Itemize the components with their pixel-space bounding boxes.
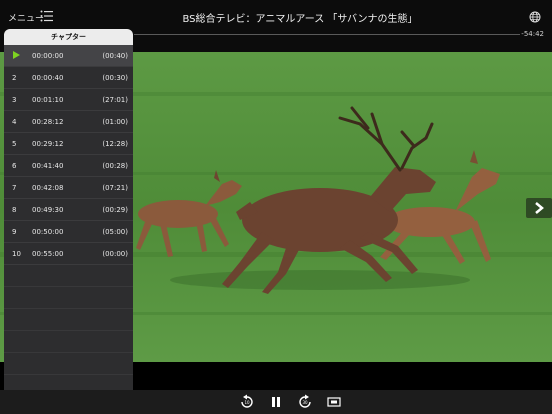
chapter-empty-row	[4, 265, 133, 287]
program-title: BS総合テレビ：アニマルアース 「サバンナの生態」	[182, 14, 418, 25]
globe-icon[interactable]	[529, 11, 541, 23]
chapter-empty-row	[4, 353, 133, 375]
next-button[interactable]	[526, 198, 552, 218]
chapter-number: 2	[12, 74, 17, 82]
forward-seconds: 30	[302, 400, 308, 405]
chapter-duration: (01:00)	[102, 118, 128, 126]
chapter-empty-row	[4, 331, 133, 353]
chapter-row[interactable]: 5 00:29:12 (12:28)	[4, 133, 133, 155]
chapter-start-time: 00:55:00	[32, 250, 64, 258]
chapter-row[interactable]: 2 00:00:40 (00:30)	[4, 67, 133, 89]
list-icon[interactable]	[40, 9, 54, 23]
time-remaining: -54:42	[521, 30, 544, 38]
play-icon	[13, 51, 20, 59]
chapter-start-time: 00:49:30	[32, 206, 64, 214]
chapter-duration: (00:00)	[102, 250, 128, 258]
chapter-row[interactable]: 4 00:28:12 (01:00)	[4, 111, 133, 133]
progress-bar[interactable]	[134, 34, 520, 35]
playback-controls: 10 30	[0, 390, 552, 414]
forward-30-icon[interactable]: 30	[296, 393, 314, 411]
chapter-number: 9	[12, 228, 17, 236]
chapter-number: 8	[12, 206, 17, 214]
chapter-duration: (00:40)	[102, 52, 128, 60]
chapter-number: 10	[12, 250, 21, 258]
chapter-start-time: 00:29:12	[32, 140, 64, 148]
pause-icon[interactable]	[267, 393, 285, 411]
chapter-start-time: 00:00:00	[32, 52, 64, 60]
chapter-row[interactable]: 9 00:50:00 (05:00)	[4, 221, 133, 243]
chapter-start-time: 00:42:08	[32, 184, 64, 192]
chapter-number: 6	[12, 162, 17, 170]
chapter-start-time: 00:00:40	[32, 74, 64, 82]
chapter-number: 4	[12, 118, 17, 126]
menu-link[interactable]: メニュー	[8, 11, 44, 24]
chapter-duration: (00:30)	[102, 74, 128, 82]
rewind-seconds: 10	[244, 400, 250, 405]
chapter-start-time: 00:41:40	[32, 162, 64, 170]
chapter-panel-title: チャプター	[4, 29, 133, 45]
chapter-row[interactable]: 3 00:01:10 (27:01)	[4, 89, 133, 111]
chapter-number: 3	[12, 96, 17, 104]
chapter-row[interactable]: 7 00:42:08 (07:21)	[4, 177, 133, 199]
chapter-row[interactable]: 10 00:55:00 (00:00)	[4, 243, 133, 265]
rewind-10-icon[interactable]: 10	[238, 393, 256, 411]
chapter-empty-row	[4, 287, 133, 309]
chevron-right-icon	[535, 202, 544, 214]
chapter-duration: (00:28)	[102, 162, 128, 170]
chapter-start-time: 00:01:10	[32, 96, 64, 104]
chapter-duration: (12:28)	[102, 140, 128, 148]
chapter-number: 5	[12, 140, 17, 148]
chapter-duration: (05:00)	[102, 228, 128, 236]
chapter-number: 7	[12, 184, 17, 192]
chapter-row[interactable]: 00:00:00 (00:40)	[4, 45, 133, 67]
chapter-start-time: 00:28:12	[32, 118, 64, 126]
chapter-duration: (07:21)	[102, 184, 128, 192]
chapter-duration: (00:29)	[102, 206, 128, 214]
chapter-row[interactable]: 8 00:49:30 (00:29)	[4, 199, 133, 221]
chapter-list: 00:00:00 (00:40) 2 00:00:40 (00:30) 3 00:01:10…	[4, 45, 133, 265]
chapter-start-time: 00:50:00	[32, 228, 64, 236]
aspect-ratio-icon[interactable]	[325, 393, 343, 411]
chapter-panel: チャプター 00:00:00 (00:40) 2 00:00:40 (00:30) 3 00…	[4, 29, 133, 409]
chapter-empty-row	[4, 309, 133, 331]
chapter-duration: (27:01)	[102, 96, 128, 104]
chapter-row[interactable]: 6 00:41:40 (00:28)	[4, 155, 133, 177]
